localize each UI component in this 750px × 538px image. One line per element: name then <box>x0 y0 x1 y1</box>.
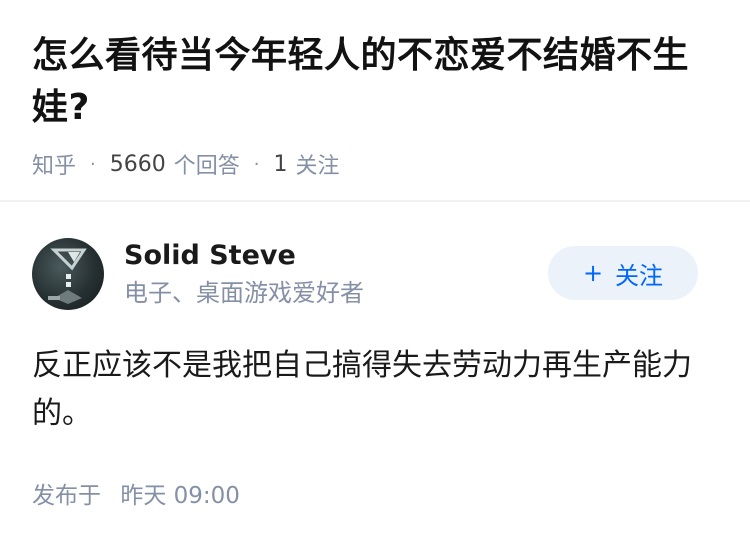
meta-separator-2: · <box>253 153 260 175</box>
avatar[interactable] <box>32 238 104 310</box>
follow-count-label: 关注 <box>295 154 340 179</box>
author-row: Solid Steve 电子、桌面游戏爱好者 + 关注 <box>32 236 718 312</box>
author-bio: 电子、桌面游戏爱好者 <box>124 279 364 307</box>
answer-count: 5660 <box>109 151 166 177</box>
section-divider <box>0 200 750 202</box>
published-label: 发布于 <box>32 483 101 509</box>
question-meta: 知乎 · 5660 个回答 · 1 关注 <box>32 148 718 180</box>
avatar-figure-icon <box>48 248 87 304</box>
published-time: 昨天 09:00 <box>120 483 240 509</box>
question-title[interactable]: 怎么看待当今年轻人的不恋爱不结婚不生娃? <box>32 30 718 134</box>
plus-icon: + <box>582 259 604 287</box>
answer-count-label: 个回答 <box>173 154 240 179</box>
author-name[interactable]: Solid Steve <box>124 239 364 273</box>
follow-count: 1 <box>273 151 288 177</box>
question-header: 怎么看待当今年轻人的不恋爱不结婚不生娃? 知乎 · 5660 个回答 · 1 关… <box>0 0 750 179</box>
follow-button[interactable]: + 关注 <box>548 246 698 300</box>
author-info: Solid Steve 电子、桌面游戏爱好者 <box>124 239 364 309</box>
answer-card: Solid Steve 电子、桌面游戏爱好者 + 关注 反正应该不是我把自己搞得… <box>0 236 750 510</box>
follow-button-label: 关注 <box>615 261 664 290</box>
meta-separator: · <box>90 153 96 175</box>
source-label[interactable]: 知乎 <box>32 148 76 180</box>
answer-content[interactable]: 反正应该不是我把自己搞得失去劳动力再生产能力的。 <box>32 342 698 438</box>
publish-info: 发布于 昨天 09:00 <box>32 476 718 510</box>
